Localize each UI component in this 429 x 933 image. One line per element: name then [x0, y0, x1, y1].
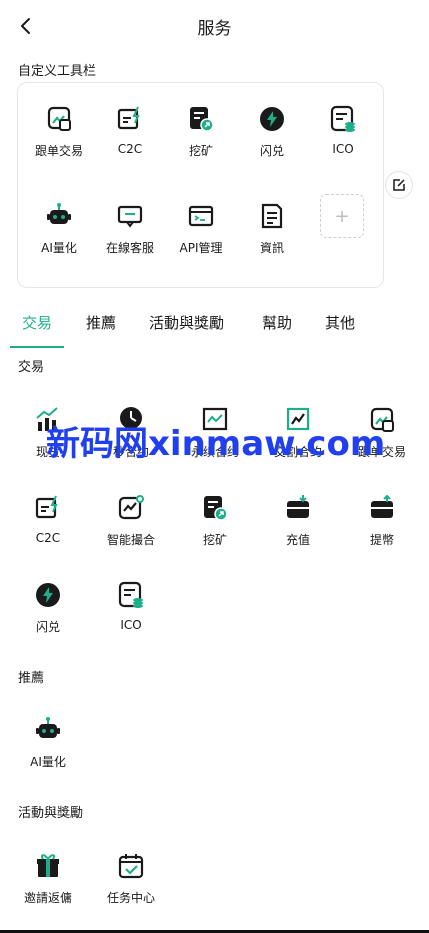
activity-item-task-center[interactable]: 任务中心: [96, 852, 166, 906]
smart-match-icon: [118, 495, 144, 520]
toolbar-item-news[interactable]: 資訊: [237, 202, 307, 256]
page-title: 服务: [197, 19, 232, 39]
tab-trade[interactable]: 交易: [22, 312, 52, 333]
toolbar-item-label: AI量化: [41, 241, 77, 255]
header: 服务: [0, 0, 429, 52]
toolbar-item-label: 挖矿: [188, 144, 213, 158]
task-center-icon: [118, 854, 144, 879]
custom-toolbar: 跟单交易 C2C 挖矿 闪兑 ICO AI量化 在線客服 API管理 資訊 +: [17, 82, 384, 288]
tab-help[interactable]: 幫助: [262, 312, 292, 333]
mining-icon: [190, 107, 214, 132]
section-title-recommend: 推薦: [18, 671, 45, 686]
section-title-trade: 交易: [18, 360, 45, 375]
edit-icon: [393, 179, 405, 191]
activity-item-label: 邀請返傭: [23, 891, 72, 905]
flash-swap-icon: [260, 107, 284, 131]
toolbar-title: 自定义工具栏: [18, 64, 97, 79]
toolbar-item-flash-swap[interactable]: 闪兑: [237, 105, 307, 159]
trade-item-mining[interactable]: 挖矿: [180, 494, 250, 548]
active-tab-indicator: [10, 346, 64, 348]
gift-icon: [37, 854, 59, 877]
toolbar-item-label: 資訊: [259, 241, 284, 255]
api-icon: [188, 205, 214, 227]
trade-item-label: ICO: [120, 618, 142, 632]
trade-item-ico[interactable]: ICO: [96, 581, 166, 632]
ico-icon: [330, 105, 355, 132]
c2c-icon: [35, 495, 58, 519]
support-icon: [117, 205, 143, 228]
toolbar-item-label: C2C: [117, 142, 143, 156]
toolbar-item-support[interactable]: 在線客服: [95, 202, 165, 256]
watermark-text: 新码网xinmaw.com: [46, 424, 386, 464]
c2c-icon: [117, 106, 140, 130]
trade-item-label: C2C: [35, 531, 61, 545]
toolbar-item-label: ICO: [332, 142, 354, 156]
toolbar-item-api[interactable]: API管理: [166, 202, 236, 256]
category-tabs: 交易 推薦 活動與獎勵 幫助 其他: [0, 304, 429, 348]
activity-item-referral[interactable]: 邀請返傭: [13, 852, 83, 906]
mining-icon: [204, 496, 228, 521]
withdraw-icon: [371, 494, 393, 518]
tab-recommend[interactable]: 推薦: [86, 312, 116, 333]
trade-item-label: 提幣: [369, 533, 394, 547]
ico-icon: [118, 581, 143, 608]
news-icon: [261, 203, 283, 229]
add-tool-button[interactable]: +: [320, 194, 364, 238]
recommend-item-ai-quant[interactable]: AI量化: [13, 716, 83, 770]
trade-item-label: 闪兑: [35, 620, 60, 634]
toolbar-item-c2c[interactable]: C2C: [95, 105, 165, 156]
toolbar-item-ico[interactable]: ICO: [308, 105, 378, 156]
trade-item-deposit[interactable]: 充值: [263, 494, 333, 548]
toolbar-item-label: 闪兑: [259, 144, 284, 158]
trade-item-c2c[interactable]: C2C: [13, 494, 83, 545]
robot-icon: [36, 717, 60, 738]
deposit-icon: [287, 495, 309, 518]
section-title-activity: 活動與獎勵: [18, 806, 84, 821]
toolbar-item-label: API管理: [179, 241, 223, 255]
toolbar-item-ai-quant[interactable]: AI量化: [24, 202, 94, 256]
tab-activity[interactable]: 活動與獎勵: [149, 312, 224, 333]
trade-item-label: 充值: [285, 533, 310, 547]
trade-item-label: 智能撮合: [106, 533, 155, 547]
flash-swap-icon: [36, 583, 60, 607]
robot-icon: [47, 203, 71, 224]
toolbar-item-label: 跟单交易: [34, 144, 83, 158]
recommend-item-label: AI量化: [30, 755, 66, 769]
trade-item-flash-swap[interactable]: 闪兑: [13, 581, 83, 635]
trade-item-label: 挖矿: [202, 533, 227, 547]
trade-item-withdraw[interactable]: 提幣: [347, 494, 417, 548]
toolbar-item-copy-trade[interactable]: 跟单交易: [24, 105, 94, 159]
toolbar-item-label: 在線客服: [105, 241, 154, 255]
activity-item-label: 任务中心: [106, 891, 155, 905]
edit-toolbar-button[interactable]: [385, 171, 413, 199]
tab-other[interactable]: 其他: [325, 312, 355, 333]
toolbar-item-mining[interactable]: 挖矿: [166, 105, 236, 159]
copy-trade-icon: [47, 106, 71, 131]
trade-item-smart-match[interactable]: 智能撮合: [96, 494, 166, 548]
